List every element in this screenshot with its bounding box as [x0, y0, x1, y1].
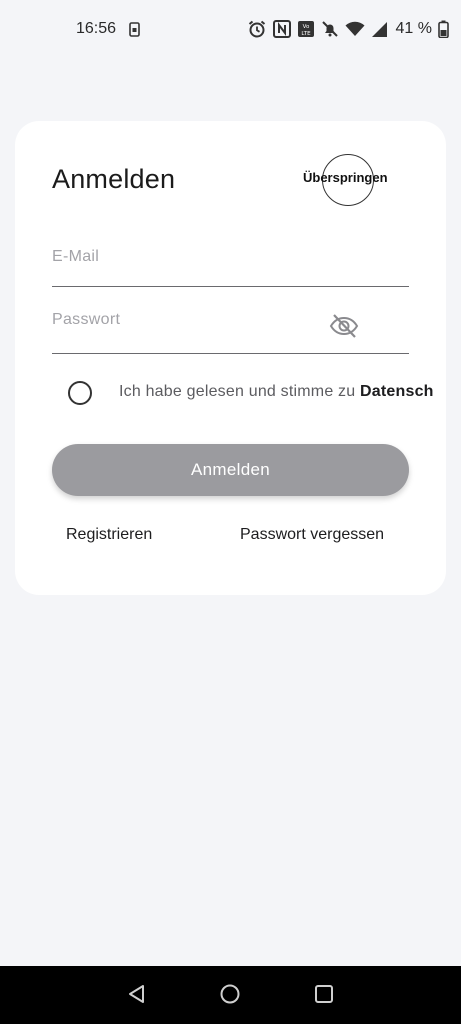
skip-button[interactable]: Überspringen: [303, 170, 388, 185]
forgot-password-link[interactable]: Passwort vergessen: [240, 526, 384, 544]
status-icons: Vo LTE 41 %: [247, 18, 449, 40]
password-underline: [52, 353, 409, 354]
home-icon[interactable]: [219, 983, 241, 1010]
wifi-icon: [345, 21, 365, 37]
register-link[interactable]: Registrieren: [66, 526, 152, 544]
email-placeholder: E-Mail: [52, 248, 100, 265]
login-button[interactable]: Anmelden: [52, 444, 409, 496]
eye-off-icon[interactable]: [329, 311, 359, 346]
consent-label: Ich habe gelesen und stimme zu: [119, 383, 361, 400]
recents-icon[interactable]: [313, 983, 335, 1010]
battery-percent: 41 %: [395, 20, 432, 37]
svg-text:LTE: LTE: [301, 31, 311, 37]
privacy-link[interactable]: Datensch: [360, 383, 434, 400]
status-time: 16:56: [76, 20, 117, 37]
battery-icon: [438, 20, 449, 38]
consent-radio[interactable]: [68, 381, 92, 405]
page-title: Anmelden: [52, 164, 176, 194]
back-icon[interactable]: [126, 983, 148, 1010]
nfc-icon: [272, 20, 291, 38]
alarm-icon: [247, 19, 267, 39]
login-card: Anmelden Überspringen E-Mail Passwort Ic…: [15, 121, 446, 595]
email-field[interactable]: E-Mail: [52, 248, 409, 288]
volte-icon: Vo LTE: [297, 20, 315, 38]
consent-text: Ich habe gelesen und stimme zu Datensch: [119, 383, 446, 401]
navigation-bar: [0, 966, 461, 1024]
svg-text:Vo: Vo: [302, 24, 309, 30]
status-bar: 16:56 Vo LTE 41 %: [0, 0, 461, 58]
email-underline: [52, 286, 409, 287]
signal-icon: [371, 21, 388, 38]
mute-icon: [321, 20, 339, 38]
password-placeholder: Passwort: [52, 311, 121, 328]
sim-icon: [129, 22, 140, 42]
